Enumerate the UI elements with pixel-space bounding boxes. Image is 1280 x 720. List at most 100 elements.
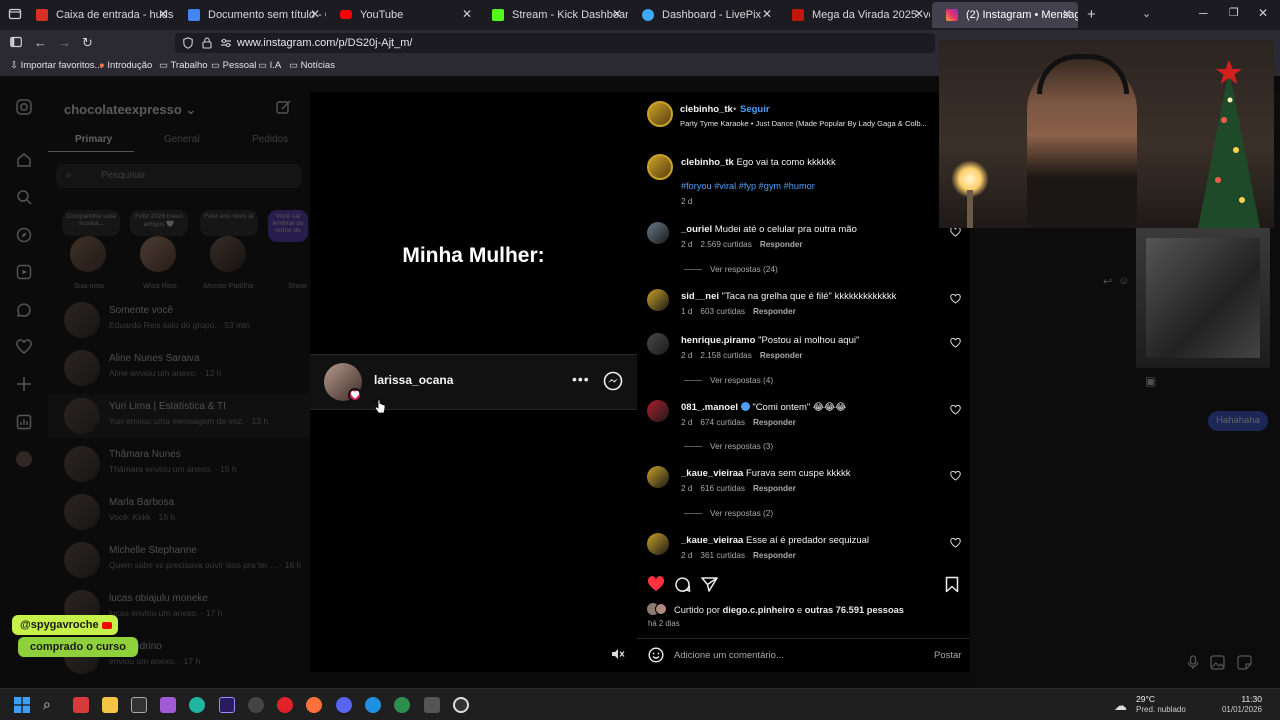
app-icon[interactable] [424,697,440,713]
conversation-item[interactable]: Thâmara Nunes Thâmara enviou um anexo. · … [48,442,310,486]
tab-list-icon[interactable] [8,7,22,21]
view-replies-button[interactable]: Ver respostas (3) [683,441,773,451]
mute-icon[interactable] [611,648,625,660]
commenter-avatar[interactable] [647,400,669,422]
video-username[interactable]: larissa_ocana [374,373,453,387]
bookmark-introducao[interactable]: ● Introdução [99,60,152,71]
commenter-avatar[interactable] [647,533,669,555]
close-tab-icon[interactable]: ✕ [762,7,772,21]
message-bubble[interactable]: Hahahaha [1208,411,1268,431]
conversation-item[interactable]: Marla Barbosa Você: Kkkk · 16 h [48,490,310,534]
commenter-avatar[interactable] [647,222,669,244]
author-avatar[interactable] [647,154,673,180]
app-icon[interactable] [73,697,89,713]
reply-button[interactable]: Responder [760,240,803,249]
reply-button[interactable]: Responder [760,351,803,360]
tab-gmail[interactable]: Caixa de entrada - hudsonfabio ✕ [22,2,174,28]
post-hashtags[interactable]: #foryou #viral #fyp #gym #humor [681,181,815,191]
comment-likes[interactable]: 616 curtidas [700,484,745,493]
reply-button[interactable]: Responder [753,551,796,560]
reels-icon[interactable] [16,264,32,280]
conversation-item[interactable]: Aline Nunes Saraiva Aline enviou um anexo… [48,346,310,390]
commenter-username[interactable]: _ouriel [681,224,712,235]
app-icon[interactable] [248,697,264,713]
commenter-username[interactable]: _kaue_vieiraa [681,535,743,546]
close-tab-icon[interactable]: ✕ [914,7,924,21]
comment-like-heart-icon[interactable] [950,471,962,483]
edge-icon[interactable] [365,697,381,713]
instagram-logo-icon[interactable] [16,99,32,115]
new-message-icon[interactable] [276,100,291,115]
close-tab-icon[interactable]: ✕ [1062,7,1072,21]
profile-avatar[interactable] [16,451,32,467]
sticker-icon[interactable] [1237,655,1252,670]
comment-likes[interactable]: 361 curtidas [700,551,745,560]
minimize-icon[interactable]: ─ [1199,6,1208,20]
close-tab-icon[interactable]: ✕ [462,7,472,21]
commenter-avatar[interactable] [647,333,669,355]
tab-livepix[interactable]: Dashboard - LivePix ✕ [628,2,778,28]
conversation-item[interactable]: Yuri Lima | Estatística & TI Yuri enviou … [48,394,310,438]
tab-google-docs[interactable]: Documento sem título - Google ✕ [174,2,326,28]
app-icon[interactable] [160,697,176,713]
close-tab-icon[interactable]: ✕ [612,7,622,21]
liked-by-user[interactable]: diego.c.pinheiro [723,605,795,615]
lock-icon[interactable] [202,37,212,49]
comment-likes[interactable]: 2.569 curtidas [700,240,751,249]
comment-like-heart-icon[interactable] [950,405,962,417]
create-icon[interactable] [16,376,32,392]
comment-likes[interactable]: 603 curtidas [700,307,745,316]
author-avatar[interactable] [647,101,673,127]
windows-start-icon[interactable] [14,697,30,713]
forward-icon[interactable]: → [58,35,71,50]
explore-icon[interactable] [16,227,32,243]
comment-like-heart-icon[interactable] [950,538,962,550]
follow-button[interactable]: Seguir [740,104,770,115]
note-avatar[interactable] [210,236,246,272]
tab-g1[interactable]: Mega da Virada 2025: veja as d ✕ [778,2,930,28]
tab-general[interactable]: General [164,134,200,145]
file-explorer-icon[interactable] [102,697,118,713]
search-icon[interactable]: ⌕ [43,696,51,713]
commenter-username[interactable]: henrique.piramo [681,335,755,346]
comment-likes[interactable]: 674 curtidas [700,418,745,427]
commenter-avatar[interactable] [647,466,669,488]
reply-button[interactable]: Responder [753,418,796,427]
clock-date[interactable]: 01/01/2026 [1212,705,1262,714]
liked-by-others[interactable]: outras 76.591 pessoas [805,605,904,615]
comment-icon[interactable] [674,576,691,593]
bookmark-import[interactable]: ⇩ Importar favoritos... [10,60,102,71]
microphone-icon[interactable] [1187,655,1199,670]
commenter-username[interactable]: 081_.manoel [681,402,738,413]
reload-icon[interactable]: ↻ [82,35,93,51]
weather-temp[interactable]: 29°C [1136,694,1155,704]
view-replies-button[interactable]: Ver respostas (24) [684,264,778,274]
opera-icon[interactable] [277,697,293,713]
notion-icon[interactable] [131,697,147,713]
account-name[interactable]: chocolateexpresso ⌄ [64,102,196,118]
post-author[interactable]: clebinho_tk [680,104,733,115]
bookmark-ia[interactable]: ▭ I.A [258,60,281,71]
comment-input[interactable]: Adicione um comentário... [672,647,912,663]
close-tab-icon[interactable]: ✕ [310,7,320,21]
reel-icon[interactable]: ▣ [1145,374,1156,388]
tab-kick[interactable]: Stream - Kick Dashboard ✕ [478,2,628,28]
bookmark-noticias[interactable]: ▭ Notícias [289,60,335,71]
search-icon[interactable] [16,189,32,205]
tab-youtube[interactable]: YouTube ✕ [326,2,478,28]
discord-icon[interactable] [336,697,352,713]
reply-button[interactable]: Responder [753,307,796,316]
image-icon[interactable] [1210,655,1225,670]
comment-like-heart-icon[interactable] [950,227,962,239]
sidebar-toggle-icon[interactable] [10,36,22,48]
inbox-search-input[interactable]: ⌕ Pesquisar [56,164,302,188]
view-replies-button[interactable]: Ver respostas (2) [683,508,773,518]
commenter-username[interactable]: sid__nei [681,291,719,302]
share-icon[interactable] [701,576,718,593]
note-avatar[interactable] [70,236,106,272]
tab-instagram[interactable]: (2) Instagram • Mensagens ✕ [932,2,1078,28]
comment-like-heart-icon[interactable] [950,338,962,350]
clock-time[interactable]: 11:30 [1230,694,1262,704]
liked-heart-icon[interactable] [647,576,665,592]
tab-pedidos[interactable]: Pedidos [252,134,288,145]
